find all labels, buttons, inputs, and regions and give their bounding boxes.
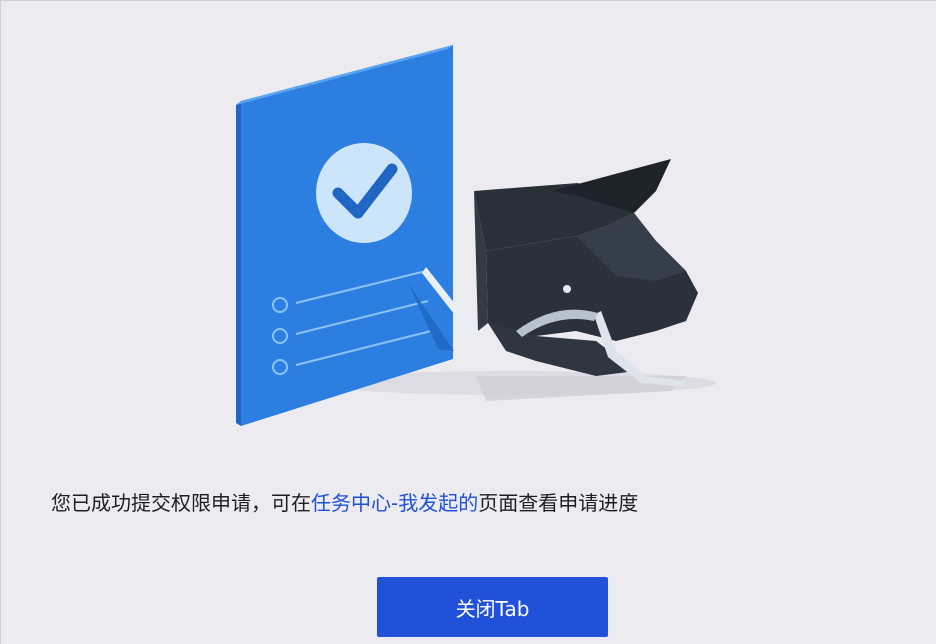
message-prefix: 您已成功提交权限申请，可在 bbox=[51, 491, 311, 515]
success-message: 您已成功提交权限申请，可在任务中心-我发起的页面查看申请进度 bbox=[51, 481, 936, 525]
check-icon bbox=[316, 143, 412, 243]
page-container: 您已成功提交权限申请，可在任务中心-我发起的页面查看申请进度 关闭Tab bbox=[0, 0, 936, 644]
task-center-link[interactable]: 任务中心-我发起的 bbox=[311, 491, 478, 515]
close-tab-button[interactable]: 关闭Tab bbox=[377, 577, 608, 637]
message-suffix: 页面查看申请进度 bbox=[478, 491, 639, 515]
illustration bbox=[236, 45, 716, 426]
helmet-icon bbox=[474, 159, 698, 387]
